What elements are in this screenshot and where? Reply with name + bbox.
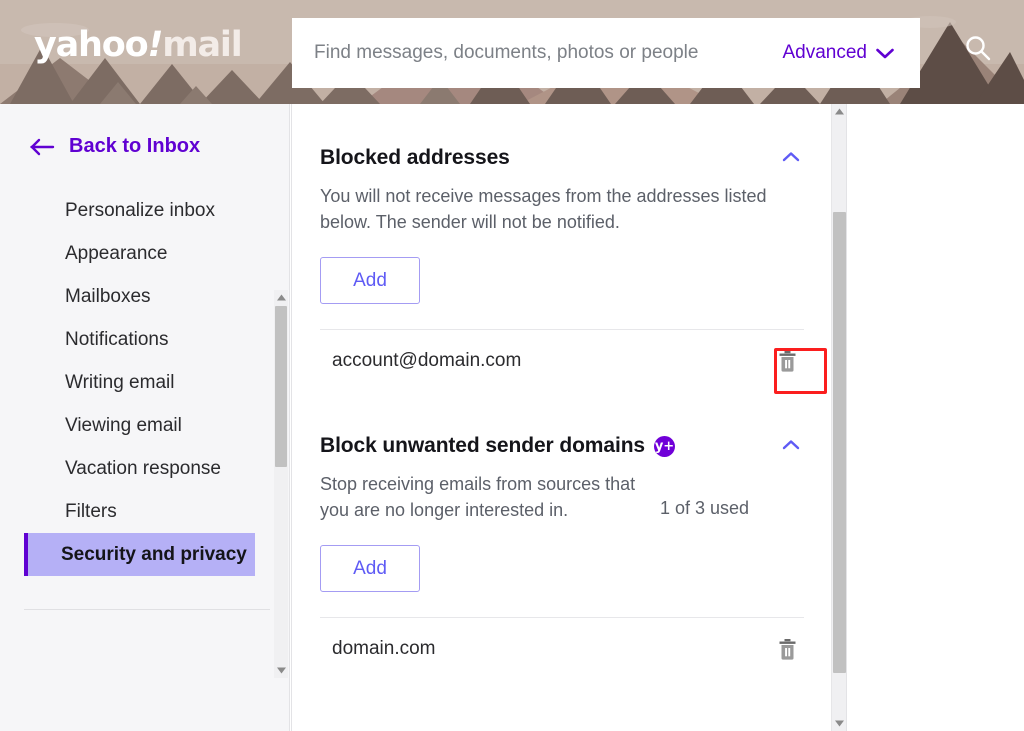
collapse-blocked-addresses-button[interactable] bbox=[778, 148, 804, 168]
main-panel-scrollbar-thumb[interactable] bbox=[833, 212, 846, 673]
add-button-label: Add bbox=[353, 269, 387, 291]
advanced-search-button[interactable]: Advanced bbox=[782, 42, 920, 64]
sidebar-item-label: Appearance bbox=[65, 242, 168, 264]
settings-main-panel: Blocked addresses You will not receive m… bbox=[291, 104, 847, 731]
arrow-left-icon bbox=[30, 138, 55, 155]
blocked-domain-value: domain.com bbox=[332, 638, 436, 659]
chevron-up-icon bbox=[782, 440, 800, 450]
blocked-address-row: account@domain.com bbox=[320, 330, 804, 392]
settings-sidebar: Back to Inbox Personalize inbox Appearan… bbox=[0, 104, 290, 731]
section-description-row: Stop receiving emails from sources that … bbox=[320, 471, 804, 523]
trash-icon bbox=[779, 638, 795, 660]
yahoo-mail-logo: yahoo!mail bbox=[34, 25, 243, 65]
chevron-down-icon bbox=[876, 48, 894, 58]
sidebar-item-writing-email[interactable]: Writing email bbox=[24, 361, 255, 404]
add-button-label: Add bbox=[353, 557, 387, 579]
sidebar-divider bbox=[24, 609, 270, 610]
add-blocked-domain-button[interactable]: Add bbox=[320, 545, 420, 592]
settings-content: Blocked addresses You will not receive m… bbox=[292, 104, 832, 680]
sidebar-item-label: Personalize inbox bbox=[65, 199, 215, 221]
sidebar-item-label: Security and privacy bbox=[61, 543, 247, 565]
section-block-unwanted-sender-domains: Block unwanted sender domains y+ Stop re… bbox=[292, 392, 832, 680]
blocked-address-value: account@domain.com bbox=[332, 350, 522, 371]
sidebar-item-label: Filters bbox=[65, 500, 117, 522]
right-empty-area bbox=[847, 104, 1024, 731]
settings-nav-list: Personalize inbox Appearance Mailboxes N… bbox=[0, 189, 280, 599]
back-to-inbox-link[interactable]: Back to Inbox bbox=[30, 135, 200, 158]
domains-used-count: 1 of 3 used bbox=[660, 498, 750, 518]
section-description-row: You will not receive messages from the a… bbox=[320, 183, 804, 235]
collapse-sender-domains-button[interactable] bbox=[778, 436, 804, 456]
sidebar-item-notifications[interactable]: Notifications bbox=[24, 318, 255, 361]
sidebar-item-personalize-inbox[interactable]: Personalize inbox bbox=[24, 189, 255, 232]
sidebar-item-mailboxes[interactable]: Mailboxes bbox=[24, 275, 255, 318]
sidebar-item-appearance[interactable]: Appearance bbox=[24, 232, 255, 275]
section-description: You will not receive messages from the a… bbox=[320, 186, 767, 232]
section-blocked-addresses: Blocked addresses You will not receive m… bbox=[292, 104, 832, 392]
scroll-down-arrow-icon[interactable] bbox=[835, 720, 844, 727]
section-title: Block unwanted sender domains bbox=[320, 434, 645, 457]
search-bar: Advanced bbox=[292, 18, 920, 88]
chevron-up-icon bbox=[782, 152, 800, 162]
sidebar-item-label: Writing email bbox=[65, 371, 175, 393]
section-header: Blocked addresses bbox=[320, 104, 804, 170]
trash-icon bbox=[779, 350, 795, 372]
add-blocked-address-button[interactable]: Add bbox=[320, 257, 420, 304]
yahoo-mail-settings-page: yahoo!mail Advanced Back to Inbox bbox=[0, 0, 1024, 731]
delete-blocked-domain-button[interactable] bbox=[770, 632, 804, 666]
advanced-label: Advanced bbox=[782, 42, 867, 63]
logo-yahoo-text: yahoo bbox=[34, 25, 149, 65]
back-to-inbox-label: Back to Inbox bbox=[69, 135, 201, 157]
blocked-domain-row: domain.com bbox=[320, 618, 804, 680]
logo-exclamation: ! bbox=[147, 25, 163, 65]
section-header: Block unwanted sender domains y+ bbox=[320, 392, 804, 458]
section-description: Stop receiving emails from sources that … bbox=[320, 474, 636, 520]
sidebar-scrollbar[interactable] bbox=[274, 290, 288, 678]
section-title: Blocked addresses bbox=[320, 146, 510, 169]
sidebar-item-label: Mailboxes bbox=[65, 285, 151, 307]
main-panel-scrollbar[interactable] bbox=[831, 104, 846, 731]
sidebar-item-label: Vacation response bbox=[65, 457, 221, 479]
yahoo-plus-badge-icon: y+ bbox=[654, 435, 675, 457]
scroll-up-arrow-icon[interactable] bbox=[835, 108, 844, 115]
sidebar-item-security-and-privacy[interactable]: Security and privacy bbox=[24, 533, 255, 576]
scroll-down-arrow-icon[interactable] bbox=[277, 667, 286, 674]
sidebar-item-label: Viewing email bbox=[65, 414, 182, 436]
sidebar-item-viewing-email[interactable]: Viewing email bbox=[24, 404, 255, 447]
app-header: yahoo!mail Advanced bbox=[0, 0, 1024, 104]
delete-blocked-address-button[interactable] bbox=[770, 344, 804, 378]
sidebar-item-label: Notifications bbox=[65, 328, 169, 350]
sidebar-scrollbar-thumb[interactable] bbox=[275, 306, 287, 467]
scroll-up-arrow-icon[interactable] bbox=[277, 294, 286, 301]
search-input[interactable] bbox=[292, 18, 783, 88]
logo-mail-text: mail bbox=[162, 25, 243, 65]
sidebar-item-vacation-response[interactable]: Vacation response bbox=[24, 447, 255, 490]
search-icon[interactable] bbox=[963, 33, 993, 63]
sidebar-item-filters[interactable]: Filters bbox=[24, 490, 255, 533]
